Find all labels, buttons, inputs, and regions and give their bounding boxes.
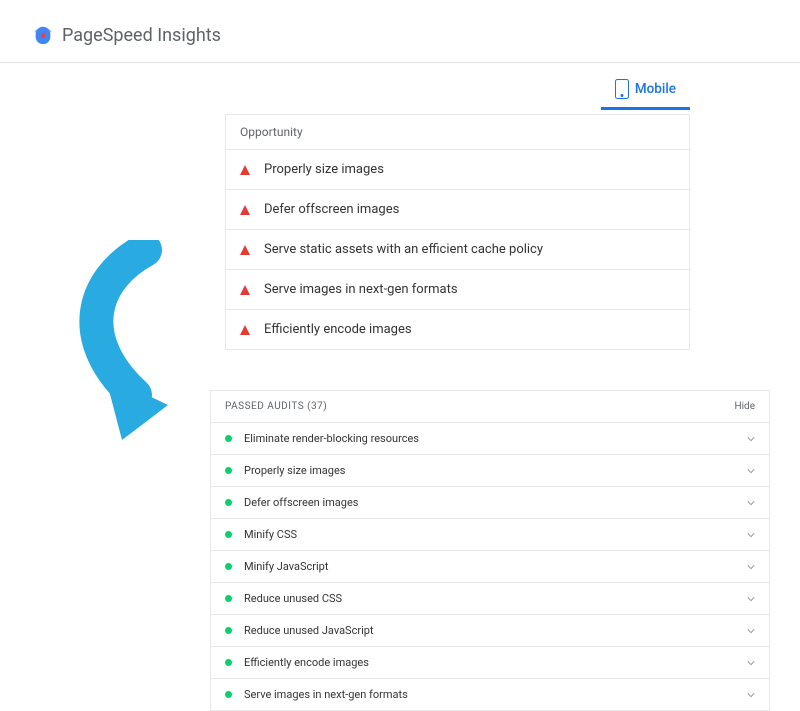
app-title: PageSpeed Insights (62, 25, 221, 46)
opportunity-row[interactable]: Properly size images (226, 149, 689, 189)
passed-audit-row[interactable]: Reduce unused CSS (211, 582, 769, 614)
tab-mobile-label: Mobile (635, 81, 676, 97)
passed-audits-section: PASSED AUDITS (37) Hide Eliminate render… (210, 390, 770, 711)
passed-audit-row[interactable]: Defer offscreen images (211, 486, 769, 518)
opportunity-row[interactable]: Serve images in next-gen formats (226, 269, 689, 309)
chevron-down-icon (747, 627, 755, 635)
warning-icon (240, 165, 250, 175)
passed-audit-row[interactable]: Reduce unused JavaScript (211, 614, 769, 646)
passed-heading: PASSED AUDITS (37) (225, 401, 327, 412)
passed-audit-label: Reduce unused JavaScript (244, 624, 735, 637)
passed-audit-label: Minify CSS (244, 528, 735, 541)
opportunity-row[interactable]: Defer offscreen images (226, 189, 689, 229)
passed-audit-label: Eliminate render-blocking resources (244, 432, 735, 445)
passed-audit-row[interactable]: Eliminate render-blocking resources (211, 422, 769, 454)
chevron-down-icon (747, 499, 755, 507)
passed-audit-label: Defer offscreen images (244, 496, 735, 509)
opportunity-heading: Opportunity (226, 115, 689, 149)
passed-header: PASSED AUDITS (37) Hide (211, 391, 769, 422)
hide-button[interactable]: Hide (734, 401, 755, 412)
passed-audit-label: Reduce unused CSS (244, 592, 735, 605)
pass-dot-icon (225, 563, 232, 570)
passed-audit-label: Efficiently encode images (244, 656, 735, 669)
passed-audit-label: Serve images in next-gen formats (244, 688, 735, 701)
pass-dot-icon (225, 467, 232, 474)
pass-dot-icon (225, 595, 232, 602)
warning-icon (240, 245, 250, 255)
opportunity-label: Defer offscreen images (264, 202, 399, 217)
passed-audit-label: Properly size images (244, 464, 735, 477)
pass-dot-icon (225, 659, 232, 666)
warning-icon (240, 325, 250, 335)
opportunity-row[interactable]: Efficiently encode images (226, 309, 689, 349)
opportunity-section: Opportunity Properly size images Defer o… (225, 114, 690, 350)
pass-dot-icon (225, 499, 232, 506)
passed-audit-row[interactable]: Minify CSS (211, 518, 769, 550)
opportunity-label: Serve images in next-gen formats (264, 282, 458, 297)
app-header: PageSpeed Insights (0, 0, 800, 63)
opportunity-label: Serve static assets with an efficient ca… (264, 242, 543, 257)
chevron-down-icon (747, 595, 755, 603)
pass-dot-icon (225, 691, 232, 698)
mobile-icon (615, 79, 629, 99)
tab-bar: Mobile (0, 63, 800, 110)
passed-audit-row[interactable]: Properly size images (211, 454, 769, 486)
arrow-icon (60, 240, 230, 440)
passed-audit-row[interactable]: Efficiently encode images (211, 646, 769, 678)
chevron-down-icon (747, 691, 755, 699)
warning-icon (240, 285, 250, 295)
chevron-down-icon (747, 467, 755, 475)
chevron-down-icon (747, 435, 755, 443)
pass-dot-icon (225, 531, 232, 538)
pagespeed-logo-icon (32, 24, 54, 46)
opportunity-label: Properly size images (264, 162, 384, 177)
chevron-down-icon (747, 563, 755, 571)
opportunity-label: Efficiently encode images (264, 322, 412, 337)
pass-dot-icon (225, 435, 232, 442)
passed-audit-row[interactable]: Serve images in next-gen formats (211, 678, 769, 710)
opportunity-row[interactable]: Serve static assets with an efficient ca… (226, 229, 689, 269)
warning-icon (240, 205, 250, 215)
tab-mobile[interactable]: Mobile (601, 71, 690, 110)
chevron-down-icon (747, 531, 755, 539)
chevron-down-icon (747, 659, 755, 667)
passed-audit-label: Minify JavaScript (244, 560, 735, 573)
passed-audit-row[interactable]: Minify JavaScript (211, 550, 769, 582)
pass-dot-icon (225, 627, 232, 634)
